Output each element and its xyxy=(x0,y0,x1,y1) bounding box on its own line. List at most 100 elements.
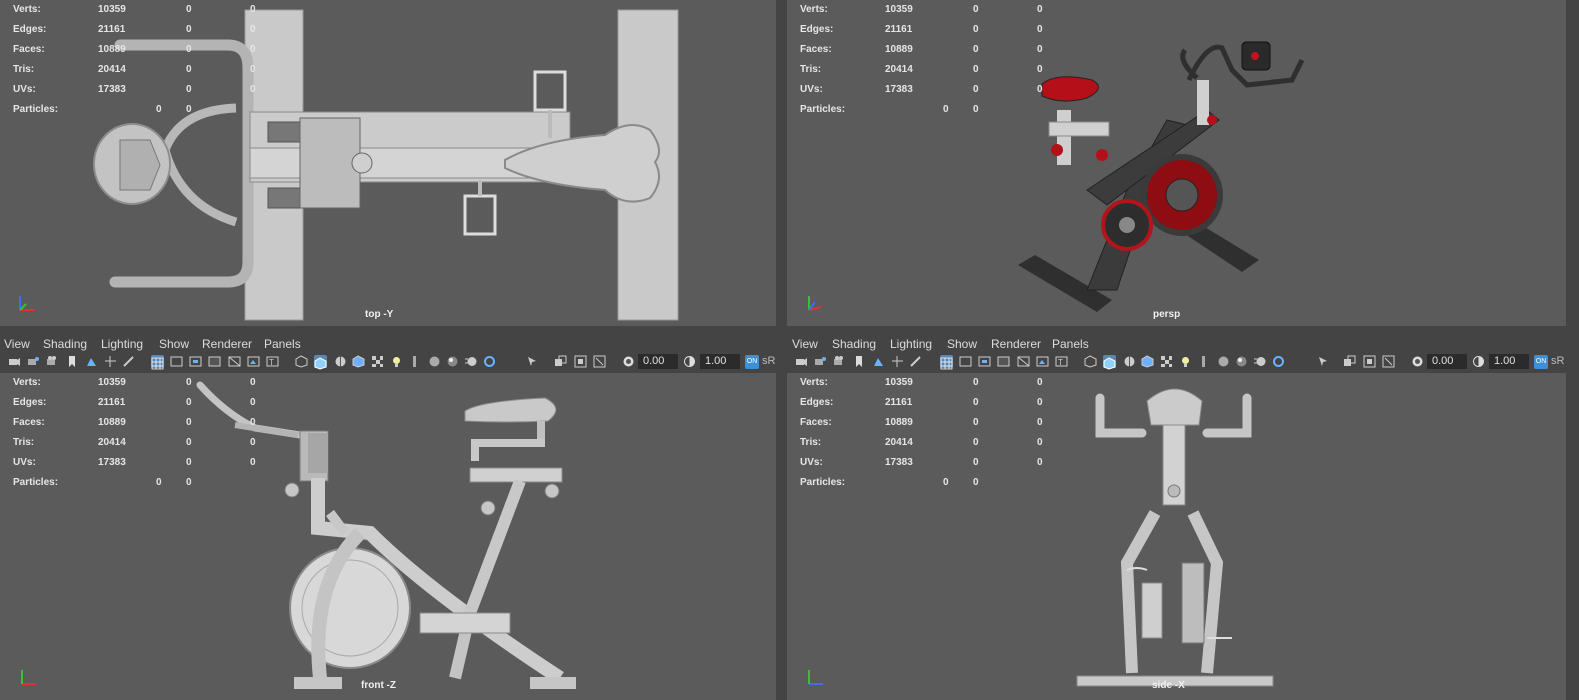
menu-lighting[interactable]: Lighting xyxy=(890,337,932,351)
panel-toolbar-front: T 0.00 1.00 ON sR xyxy=(0,353,776,373)
ambient-shade-icon[interactable] xyxy=(446,355,459,368)
axis-gizmo-icon xyxy=(19,296,34,311)
resolution-gate-icon[interactable] xyxy=(978,355,991,368)
bookmark-camera-icon[interactable] xyxy=(833,355,846,368)
wireframe-on-shaded-icon[interactable] xyxy=(1123,355,1136,368)
resolution-gate-icon[interactable] xyxy=(189,355,202,368)
safe-title-icon[interactable]: T xyxy=(1055,355,1068,368)
shadows-icon[interactable] xyxy=(408,355,421,368)
menu-shading[interactable]: Shading xyxy=(43,337,87,351)
exposure-field[interactable]: 0.00 xyxy=(1427,354,1467,369)
textured-icon[interactable] xyxy=(1141,355,1154,368)
gate-mask-icon[interactable] xyxy=(208,355,221,368)
menu-renderer[interactable]: Renderer xyxy=(202,337,252,351)
menu-renderer[interactable]: Renderer xyxy=(991,337,1041,351)
xray-icon[interactable] xyxy=(1343,355,1356,368)
svg-text:T: T xyxy=(1058,358,1063,367)
wireframe-on-shaded-icon[interactable] xyxy=(334,355,347,368)
shaded-cube-icon[interactable] xyxy=(1103,355,1116,370)
image-plane-icon[interactable] xyxy=(85,355,98,368)
depth-of-field-icon[interactable] xyxy=(500,355,513,368)
anti-alias-icon[interactable] xyxy=(483,355,496,368)
light-icon[interactable] xyxy=(1179,355,1192,368)
camera-label: top -Y xyxy=(365,309,394,320)
gamma-icon[interactable] xyxy=(1472,355,1485,368)
color-management-toggle[interactable]: ON xyxy=(745,355,759,369)
panel-menu-bar-front: View Shading Lighting Show Renderer Pane… xyxy=(0,335,776,353)
motion-blur-icon[interactable] xyxy=(1254,355,1267,368)
wireframe-icon[interactable] xyxy=(1084,355,1097,368)
xray-joints-icon[interactable] xyxy=(1363,355,1376,368)
shadows-icon[interactable] xyxy=(1197,355,1210,368)
safe-action-icon[interactable] xyxy=(1036,355,1049,368)
film-gate-icon[interactable] xyxy=(959,355,972,368)
exposure-field[interactable]: 0.00 xyxy=(638,354,678,369)
wireframe-icon[interactable] xyxy=(295,355,308,368)
backface-culling-icon[interactable] xyxy=(1382,355,1395,368)
textured-icon[interactable] xyxy=(352,355,365,368)
backface-culling-icon[interactable] xyxy=(593,355,606,368)
isolate-select-icon[interactable] xyxy=(526,355,539,368)
viewport-top[interactable]: Verts: 10359 0 0 Edges: 21161 0 0 Faces: 10889 0… xyxy=(0,0,776,326)
safe-action-icon[interactable] xyxy=(247,355,260,368)
grid-icon[interactable] xyxy=(151,355,164,370)
ambient-occlusion-icon[interactable] xyxy=(1217,355,1230,368)
pane-divider-horizontal[interactable] xyxy=(0,326,1579,335)
bookmark-icon[interactable] xyxy=(852,355,865,368)
pane-divider-vertical[interactable] xyxy=(776,0,787,700)
gamma-field[interactable]: 1.00 xyxy=(1489,354,1529,369)
grease-pencil-icon[interactable] xyxy=(909,355,922,368)
menu-panels[interactable]: Panels xyxy=(1052,337,1089,351)
menu-lighting[interactable]: Lighting xyxy=(101,337,143,351)
viewport-persp[interactable]: Verts: 10359 0 0 Edges: 21161 0 0 Faces: 10889 0… xyxy=(787,0,1566,326)
camera-attributes-icon[interactable] xyxy=(27,355,40,368)
isolate-select-icon[interactable] xyxy=(1317,355,1330,368)
ambient-shade-icon[interactable] xyxy=(1235,355,1248,368)
svg-text:T: T xyxy=(269,358,274,367)
menu-show[interactable]: Show xyxy=(159,337,189,351)
safe-title-icon[interactable]: T xyxy=(266,355,279,368)
menu-view[interactable]: View xyxy=(792,337,818,351)
motion-blur-icon[interactable] xyxy=(465,355,478,368)
gamma-icon[interactable] xyxy=(683,355,696,368)
depth-of-field-icon[interactable] xyxy=(1297,355,1310,368)
field-chart-icon[interactable] xyxy=(228,355,241,368)
color-management-toggle[interactable]: ON xyxy=(1534,355,1548,369)
axis-gizmo-icon xyxy=(21,670,36,685)
xray-icon[interactable] xyxy=(554,355,567,368)
film-gate-icon[interactable] xyxy=(170,355,183,368)
ambient-occlusion-icon[interactable] xyxy=(428,355,441,368)
panel-menu-bar-side: View Shading Lighting Show Renderer Pane… xyxy=(787,335,1566,353)
panel-toolbar-side: T 0.00 1.00 ON sR xyxy=(787,353,1566,373)
move-2d-icon[interactable] xyxy=(104,355,117,368)
shaded-cube-icon[interactable] xyxy=(314,355,327,370)
viewport-front[interactable]: Verts: 10359 0 0 Edges: 21161 0 0 Faces: 10889 0… xyxy=(0,373,776,700)
anti-alias-icon[interactable] xyxy=(1272,355,1285,368)
exposure-icon[interactable] xyxy=(1411,355,1424,368)
gamma-field[interactable]: 1.00 xyxy=(700,354,740,369)
image-plane-icon[interactable] xyxy=(872,355,885,368)
menu-show[interactable]: Show xyxy=(947,337,977,351)
grid-icon[interactable] xyxy=(940,355,953,370)
xray-joints-icon[interactable] xyxy=(574,355,587,368)
menu-panels[interactable]: Panels xyxy=(264,337,301,351)
checker-icon[interactable] xyxy=(1160,355,1173,368)
grease-pencil-icon[interactable] xyxy=(122,355,135,368)
menu-shading[interactable]: Shading xyxy=(832,337,876,351)
axis-gizmo-icon xyxy=(808,296,822,311)
exposure-icon[interactable] xyxy=(622,355,635,368)
color-space-label[interactable]: sR xyxy=(1551,355,1565,368)
gate-mask-icon[interactable] xyxy=(997,355,1010,368)
camera-label: side -X xyxy=(1152,680,1185,691)
viewport-side[interactable]: Verts: 10359 0 0 Edges: 21161 0 0 Faces: 10889 0… xyxy=(787,373,1566,700)
field-chart-icon[interactable] xyxy=(1017,355,1030,368)
move-2d-icon[interactable] xyxy=(891,355,904,368)
camera-icon[interactable] xyxy=(795,355,808,368)
light-icon[interactable] xyxy=(390,355,403,368)
menu-view[interactable]: View xyxy=(4,337,30,351)
camera-icon[interactable] xyxy=(8,355,21,368)
bookmark-icon[interactable] xyxy=(65,355,78,368)
bookmark-camera-icon[interactable] xyxy=(46,355,59,368)
camera-attributes-icon[interactable] xyxy=(814,355,827,368)
checker-icon[interactable] xyxy=(371,355,384,368)
